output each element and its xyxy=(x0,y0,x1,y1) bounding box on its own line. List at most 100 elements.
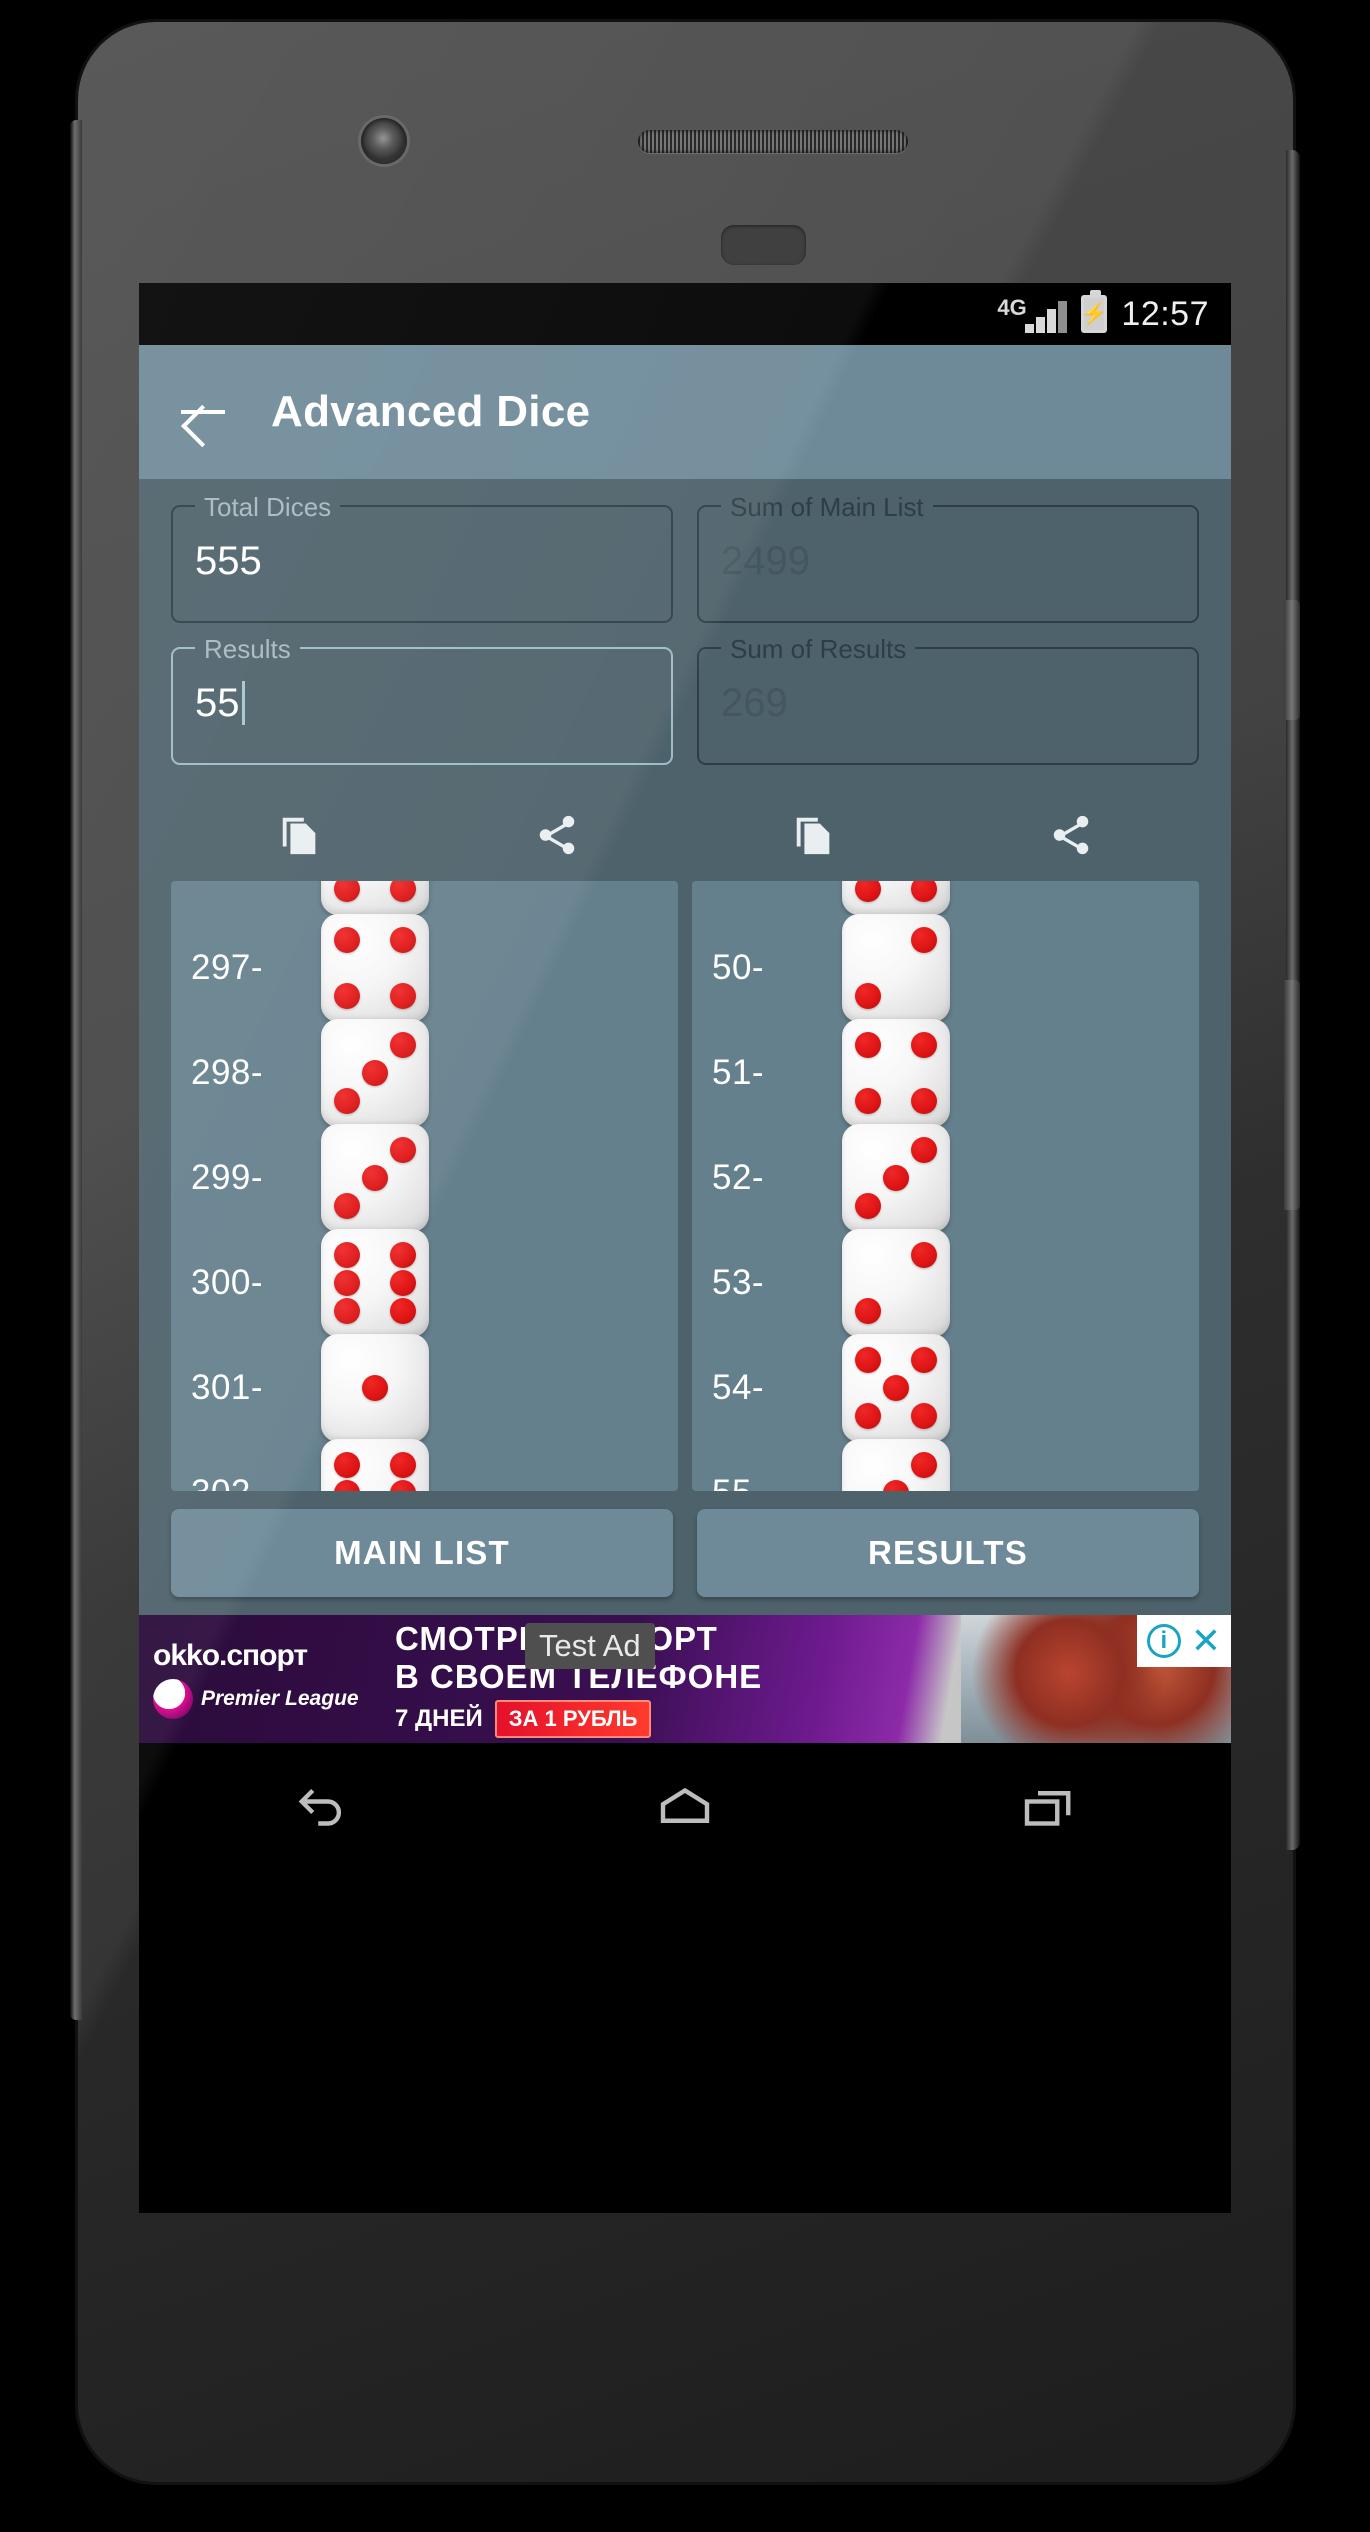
bottom-button-row: MAIN LIST RESULTS xyxy=(139,1491,1231,1615)
die-pip xyxy=(390,1479,416,1491)
signal-bar-2 xyxy=(1036,317,1046,333)
total-dices-field[interactable]: Total Dices 555 xyxy=(171,493,673,623)
home-button[interactable] xyxy=(721,225,806,265)
die-pip xyxy=(855,1031,881,1058)
die-pip xyxy=(911,1402,937,1429)
die-face-3 xyxy=(321,1018,429,1127)
list-item[interactable]: 50- xyxy=(692,913,1199,1022)
list-item[interactable]: 299- xyxy=(171,1123,678,1232)
sum-of-main-list-value: 2499 xyxy=(721,539,810,583)
die-pip xyxy=(855,1402,881,1429)
row-label: 53- xyxy=(712,1262,765,1302)
list-item[interactable]: 53- xyxy=(692,1228,1199,1337)
list-item[interactable]: 51- xyxy=(692,1018,1199,1127)
front-camera-icon xyxy=(361,118,407,164)
info-icon[interactable]: i xyxy=(1146,1624,1181,1658)
page-title: Advanced Dice xyxy=(271,387,591,436)
row-label: 50- xyxy=(712,947,765,987)
die-pip xyxy=(390,1297,416,1324)
list-item[interactable]: 55- xyxy=(692,1438,1199,1492)
die-face-6 xyxy=(842,881,950,915)
battery-bolt-glyph: ⚡ xyxy=(1080,301,1109,326)
list-item[interactable]: 297- xyxy=(171,913,678,1022)
list-item[interactable]: 300- xyxy=(171,1228,678,1337)
nav-back-icon[interactable] xyxy=(288,1774,354,1840)
die-pip xyxy=(334,926,360,953)
row-label: 55- xyxy=(692,1473,842,1492)
die-pip xyxy=(390,1241,416,1268)
total-dices-label: Total Dices xyxy=(195,493,341,521)
copy-icon[interactable] xyxy=(277,812,323,858)
share-icon[interactable] xyxy=(1048,812,1094,858)
die-face-4 xyxy=(842,1018,950,1127)
die-pip xyxy=(334,1479,360,1491)
ad-offer-row: 7 ДНЕЙ ЗА 1 РУБЛЬ xyxy=(395,1700,961,1738)
die-pip xyxy=(911,1087,937,1114)
die-face-6 xyxy=(321,1228,429,1337)
list-item[interactable]: 54- xyxy=(692,1333,1199,1442)
row-label: 300- xyxy=(191,1262,264,1302)
row-label: 52- xyxy=(712,1157,765,1197)
ad-headline-1: СМОТРИТЕ СПОРТ xyxy=(395,1620,718,1657)
network-type-label: 4G xyxy=(997,295,1027,320)
premier-league-lion-icon xyxy=(153,1679,193,1719)
results-field[interactable]: Results 55 xyxy=(171,635,673,765)
test-ad-label: Test Ad xyxy=(525,1623,655,1669)
status-bar: 4G ⚡ 12:57 xyxy=(139,283,1231,345)
die-pip xyxy=(362,1059,388,1086)
die-pip xyxy=(883,1374,909,1401)
die-pip xyxy=(855,982,881,1009)
die-face-3 xyxy=(842,1438,950,1491)
volume-button[interactable] xyxy=(1284,980,1300,1210)
die-pip xyxy=(390,1451,416,1478)
sum-of-results-value: 269 xyxy=(721,681,788,725)
die-pip xyxy=(334,1297,360,1324)
ad-banner[interactable]: okko.спорт Premier League СМОТРИТЕ СПОРТ… xyxy=(139,1615,1231,1743)
signal-icon: 4G xyxy=(997,295,1068,333)
row-label: 298- xyxy=(191,1052,264,1092)
results-button[interactable]: RESULTS xyxy=(697,1509,1199,1597)
list-item[interactable] xyxy=(692,881,1199,915)
die-pip xyxy=(334,982,360,1009)
results-value: 55 xyxy=(195,681,240,725)
die-pip xyxy=(883,1164,909,1191)
field-row-2: Results 55 Sum of Results 269 xyxy=(171,635,1199,765)
die-face-6 xyxy=(321,1438,429,1491)
list-item[interactable] xyxy=(171,881,678,915)
earpiece-speaker-icon xyxy=(638,130,908,153)
die-face-6 xyxy=(321,881,429,915)
signal-bar-3 xyxy=(1047,309,1057,333)
die-pip xyxy=(855,1087,881,1114)
die-pip xyxy=(390,926,416,953)
nav-recents-icon[interactable] xyxy=(1016,1774,1082,1840)
battery-charging-icon: ⚡ xyxy=(1080,290,1109,333)
row-label: 301- xyxy=(191,1367,264,1407)
signal-bar-4 xyxy=(1058,301,1068,333)
die-pip xyxy=(362,1164,388,1191)
power-button[interactable] xyxy=(1284,600,1300,720)
dice-lists: 297- 298- 299- 300- 301- 302- 50- 51- 52- 53- 54-… xyxy=(139,881,1231,1491)
die-pip xyxy=(334,1451,360,1478)
arrow-left-icon[interactable] xyxy=(177,386,229,438)
share-icon[interactable] xyxy=(534,812,580,858)
ad-headline-2: В СВОЕМ ТЕЛЕФОНЕ xyxy=(395,1658,763,1695)
list-item[interactable]: 52- xyxy=(692,1123,1199,1232)
close-icon[interactable]: ✕ xyxy=(1191,1623,1221,1659)
list-item[interactable]: 298- xyxy=(171,1018,678,1127)
ad-badges: i ✕ xyxy=(1136,1615,1231,1667)
list-item[interactable]: 302- xyxy=(171,1438,678,1491)
android-nav-bar xyxy=(139,1743,1231,1871)
results-value-wrap: 55 xyxy=(195,679,649,727)
die-pip xyxy=(390,881,416,902)
die-pip xyxy=(390,1031,416,1058)
ad-logo-text: okko.спорт xyxy=(153,1639,308,1672)
main-list-button[interactable]: MAIN LIST xyxy=(171,1509,673,1597)
list-item[interactable]: 301- xyxy=(171,1333,678,1442)
die-pip xyxy=(855,1346,881,1373)
die-pip xyxy=(911,1241,937,1268)
copy-icon[interactable] xyxy=(791,812,837,858)
nav-home-icon[interactable] xyxy=(652,1774,718,1840)
results-list-column[interactable]: 50- 51- 52- 53- 54- 55- xyxy=(692,881,1199,1491)
die-pip xyxy=(362,1374,388,1401)
main-list-column[interactable]: 297- 298- 299- 300- 301- 302- xyxy=(171,881,678,1491)
